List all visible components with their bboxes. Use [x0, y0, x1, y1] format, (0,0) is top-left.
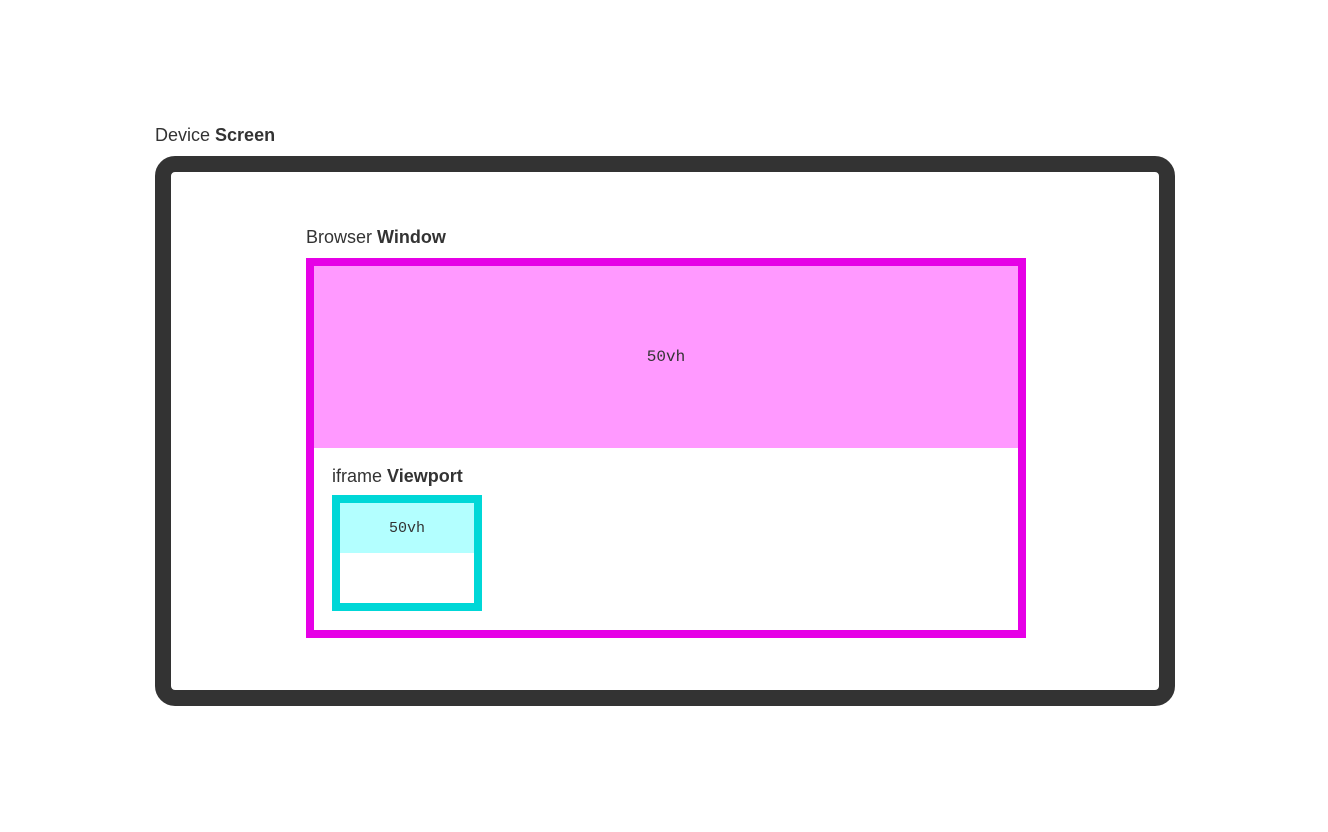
- screen-label: Device Screen: [155, 125, 1175, 146]
- viewport-upper-half: 50vh: [340, 503, 474, 553]
- viewport-lower-half: [340, 553, 474, 603]
- viewport-label: iframe Viewport: [332, 466, 1000, 487]
- viewport-label-prefix: iframe: [332, 466, 387, 486]
- screen-label-prefix: Device: [155, 125, 215, 145]
- window-label-bold: Window: [377, 227, 446, 247]
- screen-label-bold: Screen: [215, 125, 275, 145]
- window-label-prefix: Browser: [306, 227, 377, 247]
- screen-box: Browser Window 50vh iframe Viewport 50vh: [155, 156, 1175, 706]
- window-lower-half: iframe Viewport 50vh: [314, 448, 1018, 630]
- window-vh-label: 50vh: [647, 348, 685, 366]
- viewport-vh-label: 50vh: [389, 520, 425, 537]
- window-box: 50vh iframe Viewport 50vh: [306, 258, 1026, 638]
- window-label: Browser Window: [306, 227, 1026, 248]
- viewport-label-bold: Viewport: [387, 466, 463, 486]
- viewport-box: 50vh: [332, 495, 482, 611]
- window-upper-half: 50vh: [314, 266, 1018, 448]
